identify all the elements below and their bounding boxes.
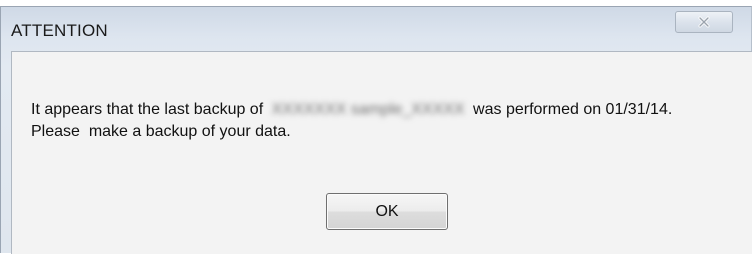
message-suffix: was performed on 01/31/14. [473,101,673,118]
close-icon [697,16,711,28]
dialog-title: ATTENTION [11,21,108,40]
ok-button[interactable]: OK [326,193,448,230]
dialog-body: It appears that the last backup of XXXXX… [11,51,752,254]
close-button[interactable] [675,11,733,33]
message-line-2: Please make a backup of your data. [31,123,291,140]
message-line-1: It appears that the last backup of XXXXX… [31,99,672,121]
dialog-message: It appears that the last backup of XXXXX… [31,99,672,143]
message-prefix: It appears that the last backup of [31,101,264,118]
attention-dialog: ATTENTION It appears that the last backu… [0,6,752,254]
redacted-database-name: XXXXXXX sample_XXXXX [271,101,465,118]
